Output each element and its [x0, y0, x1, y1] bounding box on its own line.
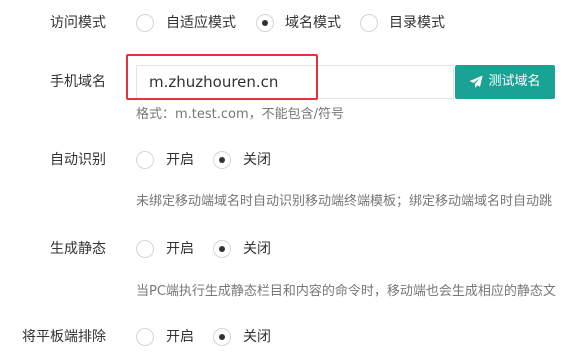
- mobile-domain-label: 手机域名: [50, 74, 106, 90]
- auto-detect-label: 自动识别: [50, 152, 106, 168]
- access-mode-domain-label[interactable]: 域名模式: [285, 13, 341, 33]
- test-domain-button[interactable]: 测试域名: [455, 65, 555, 99]
- generate-static-label: 生成静态: [50, 241, 106, 257]
- auto-detect-on-label[interactable]: 开启: [166, 150, 194, 170]
- generate-static-on-radio[interactable]: [136, 240, 154, 258]
- auto-detect-off-radio[interactable]: [213, 151, 231, 169]
- test-domain-button-label: 测试域名: [488, 74, 541, 89]
- generate-static-off-label[interactable]: 关闭: [243, 239, 271, 259]
- auto-detect-off-label[interactable]: 关闭: [243, 150, 271, 170]
- exclude-tablet-on-radio[interactable]: [136, 328, 154, 346]
- access-mode-adaptive-radio[interactable]: [136, 14, 154, 32]
- paper-plane-icon: [469, 75, 484, 89]
- exclude-tablet-off-radio[interactable]: [213, 328, 231, 346]
- access-mode-domain-radio[interactable]: [256, 14, 274, 32]
- highlight-annotation-box: [126, 54, 318, 100]
- access-mode-label: 访问模式: [50, 15, 106, 31]
- generate-static-hint: 当PC端执行生成静态栏目和内容的命令时，移动端也会生成相应的静态文: [136, 284, 556, 299]
- auto-detect-on-radio[interactable]: [136, 151, 154, 169]
- generate-static-on-label[interactable]: 开启: [166, 239, 194, 259]
- access-mode-adaptive-label[interactable]: 自适应模式: [166, 13, 236, 33]
- exclude-tablet-on-label[interactable]: 开启: [166, 327, 194, 347]
- exclude-tablet-off-label[interactable]: 关闭: [243, 327, 271, 347]
- mobile-domain-hint: 格式：m.test.com，不能包含/符号: [136, 107, 345, 122]
- auto-detect-hint: 未绑定移动端域名时自动识别移动端终端模板；绑定移动端域名时自动跳: [136, 194, 553, 209]
- generate-static-off-radio[interactable]: [213, 240, 231, 258]
- exclude-tablet-label: 将平板端排除: [22, 329, 106, 345]
- access-mode-directory-radio[interactable]: [360, 14, 378, 32]
- access-mode-directory-label[interactable]: 目录模式: [389, 13, 445, 33]
